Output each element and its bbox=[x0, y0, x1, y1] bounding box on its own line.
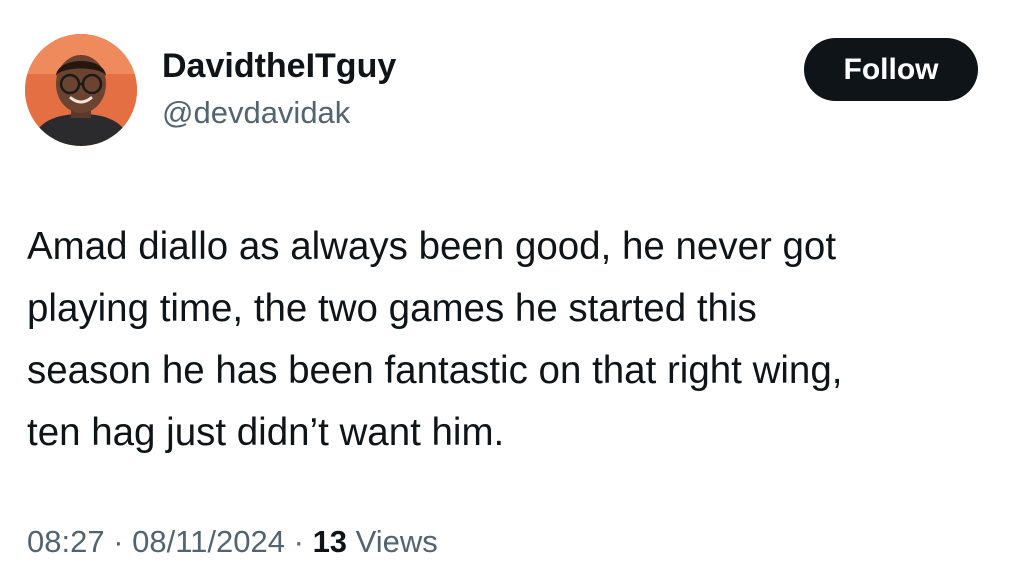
meta-separator: · bbox=[285, 524, 313, 559]
follow-button[interactable]: Follow bbox=[804, 38, 978, 101]
tweet-text: Amad diallo as always been good, he neve… bbox=[27, 216, 1002, 464]
views-count[interactable]: 13 bbox=[313, 524, 347, 559]
author-handle[interactable]: @devdavidak bbox=[162, 94, 350, 132]
tweet-date[interactable]: 08/11/2024 bbox=[132, 524, 285, 559]
author-display-name[interactable]: DavidtheITguy bbox=[162, 46, 396, 86]
tweet-time[interactable]: 08:27 bbox=[27, 524, 105, 559]
avatar-photo-icon bbox=[25, 34, 137, 146]
tweet-text-line: playing time, the two games he started t… bbox=[27, 287, 757, 330]
tweet-text-line: season he has been fantastic on that rig… bbox=[27, 349, 843, 392]
tweet-text-line: ten hag just didn’t want him. bbox=[27, 411, 505, 454]
profile-avatar[interactable] bbox=[25, 34, 137, 146]
views-label: Views bbox=[347, 524, 438, 559]
tweet-meta: 08:27 · 08/11/2024 · 13 Views bbox=[27, 522, 438, 562]
tweet-card: DavidtheITguy @devdavidak Follow Amad di… bbox=[0, 0, 1024, 586]
meta-separator: · bbox=[104, 524, 133, 559]
tweet-text-line: Amad diallo as always been good, he neve… bbox=[27, 225, 837, 268]
